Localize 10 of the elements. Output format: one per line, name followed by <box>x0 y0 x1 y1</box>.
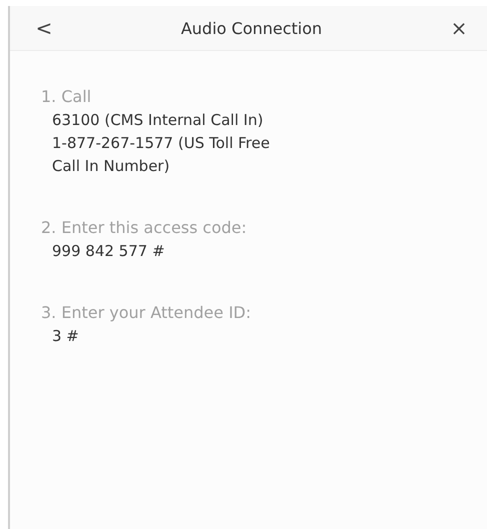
step-label: 2. Enter this access code: <box>41 217 248 239</box>
step-label: 1. Call <box>41 86 92 108</box>
panel-title: Audio Connection <box>180 18 324 38</box>
step-label: 3. Enter your Attendee ID: <box>41 302 252 324</box>
step-detail: 3 # <box>51 326 80 347</box>
back-button[interactable]: < <box>32 16 56 40</box>
step-detail: 1-877-267-1577 (US Toll Free Call In Number) <box>51 133 271 177</box>
close-button[interactable]: × <box>447 16 471 40</box>
step-detail: 63100 (CMS Internal Call In) <box>51 110 264 131</box>
step-detail: 999 842 577 # <box>51 241 166 262</box>
